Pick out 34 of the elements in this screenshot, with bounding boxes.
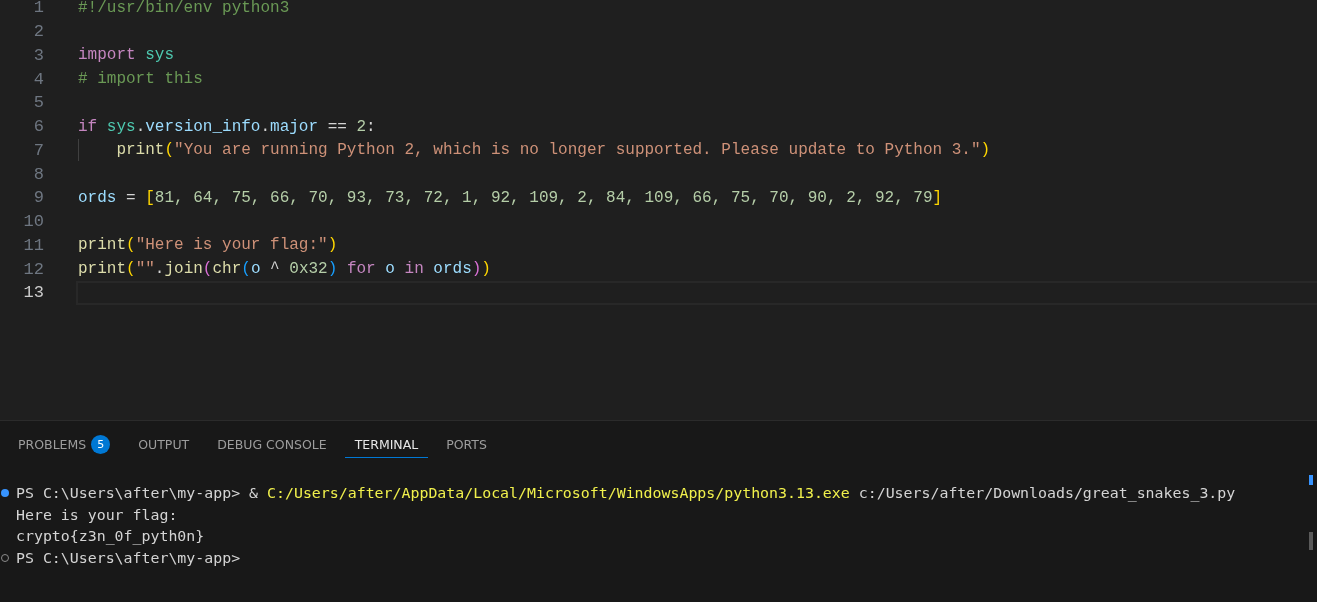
code-line: ords = [81, 64, 75, 66, 70, 93, 73, 72, 1, 92, 109, 2, 84, 109, 66, 75, 70, 90, 2, 92, 79]: [78, 188, 943, 207]
code-line: print("".join(chr(o ^ 0x32) for o in ords)): [78, 260, 491, 279]
scrollbar-marker: [1309, 475, 1313, 485]
panel-tab[interactable]: DEBUG CONSOLE: [207, 428, 337, 458]
line-number: 13: [22, 283, 44, 303]
line-number: 1: [32, 0, 44, 18]
scrollbar-thumb[interactable]: [1309, 532, 1313, 550]
code-line: print("You are running Python 2, which is no longer supported. Please update to Python 3."): [78, 141, 991, 160]
code-line: import sys: [78, 46, 175, 65]
command-status-dot-icon[interactable]: [1, 488, 9, 497]
line-number: 12: [22, 259, 44, 279]
code-line: #!/usr/bin/env python3: [78, 0, 290, 17]
code-line: # import this: [78, 70, 203, 89]
terminal-line: PS C:\Users\after\my-app>: [16, 548, 241, 567]
line-number: 3: [32, 45, 44, 65]
line-number: 9: [32, 188, 44, 208]
code-line: print("Here is your flag:"): [78, 236, 338, 255]
code-line: if sys.version_info.major == 2:: [78, 117, 376, 136]
line-number: 8: [32, 164, 44, 184]
line-number: 4: [32, 69, 44, 89]
line-number: 6: [32, 117, 44, 137]
panel-tab[interactable]: PROBLEMS 5: [8, 426, 121, 460]
line-number: 10: [22, 212, 44, 232]
line-number: 5: [32, 93, 44, 113]
terminal-line: crypto{z3n_0f_pyth0n}: [16, 527, 205, 546]
terminal-line: PS C:\Users\after\my-app> & C:/Users/after/AppData/Local/Microsoft/WindowsApps/python3.13.exe c:/Users/after/Downloads/great_snakes_3.py: [16, 483, 1236, 502]
panel-tab[interactable]: OUTPUT: [128, 428, 200, 458]
panel-tab[interactable]: PORTS: [436, 428, 497, 458]
panel-tab[interactable]: TERMINAL: [344, 428, 429, 458]
terminal-line: Here is your flag:: [16, 505, 178, 524]
line-number: 7: [32, 140, 44, 160]
line-number: 2: [32, 22, 44, 42]
line-number: 11: [22, 235, 44, 255]
count-badge: 5: [91, 434, 111, 454]
